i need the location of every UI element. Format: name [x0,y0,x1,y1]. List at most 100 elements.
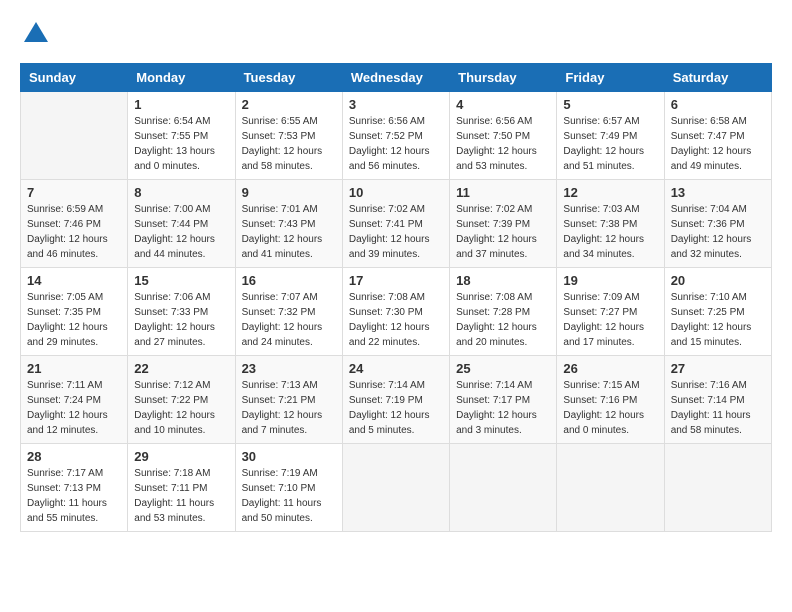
day-number: 6 [671,97,765,112]
calendar-cell [557,444,664,532]
calendar-week-row: 21Sunrise: 7:11 AM Sunset: 7:24 PM Dayli… [21,356,772,444]
day-info: Sunrise: 7:13 AM Sunset: 7:21 PM Dayligh… [242,378,336,438]
calendar-cell: 11 Sunrise: 7:02 AM Sunset: 7:39 PM Dayli… [450,180,557,268]
calendar-cell [664,444,771,532]
calendar-cell: 5 Sunrise: 6:57 AM Sunset: 7:49 PM Daylig… [557,92,664,180]
day-number: 30 [242,449,336,464]
day-info: Sunrise: 6:58 AM Sunset: 7:47 PM Dayligh… [671,114,765,174]
calendar-table: SundayMondayTuesdayWednesdayThursdayFrid… [20,63,772,532]
day-number: 18 [456,273,550,288]
day-number: 9 [242,185,336,200]
calendar-week-row: 7 Sunrise: 6:59 AM Sunset: 7:46 PM Daylig… [21,180,772,268]
day-info: Sunrise: 7:04 AM Sunset: 7:36 PM Dayligh… [671,202,765,262]
weekday-header-tuesday: Tuesday [235,64,342,92]
day-number: 4 [456,97,550,112]
calendar-cell: 23 Sunrise: 7:13 AM Sunset: 7:21 PM Dayli… [235,356,342,444]
day-number: 7 [27,185,121,200]
day-info: Sunrise: 7:06 AM Sunset: 7:33 PM Dayligh… [134,290,228,350]
calendar-cell: 2 Sunrise: 6:55 AM Sunset: 7:53 PM Daylig… [235,92,342,180]
calendar-cell [21,92,128,180]
day-info: Sunrise: 7:17 AM Sunset: 7:13 PM Dayligh… [27,466,121,526]
day-info: Sunrise: 6:59 AM Sunset: 7:46 PM Dayligh… [27,202,121,262]
day-number: 12 [563,185,657,200]
day-number: 19 [563,273,657,288]
calendar-cell: 22 Sunrise: 7:12 AM Sunset: 7:22 PM Dayli… [128,356,235,444]
day-info: Sunrise: 7:18 AM Sunset: 7:11 PM Dayligh… [134,466,228,526]
calendar-week-row: 1 Sunrise: 6:54 AM Sunset: 7:55 PM Daylig… [21,92,772,180]
calendar-cell: 15 Sunrise: 7:06 AM Sunset: 7:33 PM Dayli… [128,268,235,356]
logo [20,20,50,53]
calendar-cell: 19 Sunrise: 7:09 AM Sunset: 7:27 PM Dayli… [557,268,664,356]
day-number: 25 [456,361,550,376]
day-info: Sunrise: 7:10 AM Sunset: 7:25 PM Dayligh… [671,290,765,350]
calendar-cell: 9 Sunrise: 7:01 AM Sunset: 7:43 PM Daylig… [235,180,342,268]
day-info: Sunrise: 7:05 AM Sunset: 7:35 PM Dayligh… [27,290,121,350]
day-number: 8 [134,185,228,200]
calendar-cell: 6 Sunrise: 6:58 AM Sunset: 7:47 PM Daylig… [664,92,771,180]
day-info: Sunrise: 7:12 AM Sunset: 7:22 PM Dayligh… [134,378,228,438]
page-header [20,20,772,53]
day-number: 23 [242,361,336,376]
day-info: Sunrise: 7:14 AM Sunset: 7:19 PM Dayligh… [349,378,443,438]
weekday-header-friday: Friday [557,64,664,92]
calendar-cell [450,444,557,532]
day-number: 5 [563,97,657,112]
day-info: Sunrise: 7:02 AM Sunset: 7:39 PM Dayligh… [456,202,550,262]
weekday-header-thursday: Thursday [450,64,557,92]
calendar-cell: 14 Sunrise: 7:05 AM Sunset: 7:35 PM Dayli… [21,268,128,356]
weekday-header-monday: Monday [128,64,235,92]
day-info: Sunrise: 7:14 AM Sunset: 7:17 PM Dayligh… [456,378,550,438]
calendar-cell: 27 Sunrise: 7:16 AM Sunset: 7:14 PM Dayli… [664,356,771,444]
calendar-cell: 1 Sunrise: 6:54 AM Sunset: 7:55 PM Daylig… [128,92,235,180]
day-number: 11 [456,185,550,200]
day-info: Sunrise: 7:09 AM Sunset: 7:27 PM Dayligh… [563,290,657,350]
day-info: Sunrise: 6:57 AM Sunset: 7:49 PM Dayligh… [563,114,657,174]
day-info: Sunrise: 6:55 AM Sunset: 7:53 PM Dayligh… [242,114,336,174]
day-number: 20 [671,273,765,288]
weekday-header-wednesday: Wednesday [342,64,449,92]
calendar-cell: 30 Sunrise: 7:19 AM Sunset: 7:10 PM Dayli… [235,444,342,532]
calendar-cell: 16Sunrise: 7:07 AM Sunset: 7:32 PM Dayli… [235,268,342,356]
calendar-cell: 12 Sunrise: 7:03 AM Sunset: 7:38 PM Dayli… [557,180,664,268]
day-number: 28 [27,449,121,464]
calendar-cell: 3 Sunrise: 6:56 AM Sunset: 7:52 PM Daylig… [342,92,449,180]
day-number: 22 [134,361,228,376]
day-info: Sunrise: 7:02 AM Sunset: 7:41 PM Dayligh… [349,202,443,262]
weekday-header-row: SundayMondayTuesdayWednesdayThursdayFrid… [21,64,772,92]
day-info: Sunrise: 7:11 AM Sunset: 7:24 PM Dayligh… [27,378,121,438]
day-number: 29 [134,449,228,464]
calendar-cell: 7 Sunrise: 6:59 AM Sunset: 7:46 PM Daylig… [21,180,128,268]
logo-icon [22,20,50,48]
day-number: 16 [242,273,336,288]
day-info: Sunrise: 6:56 AM Sunset: 7:50 PM Dayligh… [456,114,550,174]
calendar-cell: 29 Sunrise: 7:18 AM Sunset: 7:11 PM Dayli… [128,444,235,532]
day-number: 1 [134,97,228,112]
day-number: 26 [563,361,657,376]
day-number: 3 [349,97,443,112]
calendar-cell: 20 Sunrise: 7:10 AM Sunset: 7:25 PM Dayli… [664,268,771,356]
day-info: Sunrise: 7:19 AM Sunset: 7:10 PM Dayligh… [242,466,336,526]
calendar-week-row: 28 Sunrise: 7:17 AM Sunset: 7:13 PM Dayli… [21,444,772,532]
calendar-cell: 17 Sunrise: 7:08 AM Sunset: 7:30 PM Dayli… [342,268,449,356]
day-info: Sunrise: 7:00 AM Sunset: 7:44 PM Dayligh… [134,202,228,262]
day-info: Sunrise: 6:54 AM Sunset: 7:55 PM Dayligh… [134,114,228,174]
day-number: 2 [242,97,336,112]
day-number: 15 [134,273,228,288]
day-info: Sunrise: 7:01 AM Sunset: 7:43 PM Dayligh… [242,202,336,262]
day-info: Sunrise: 7:03 AM Sunset: 7:38 PM Dayligh… [563,202,657,262]
day-number: 17 [349,273,443,288]
day-info: Sunrise: 7:08 AM Sunset: 7:30 PM Dayligh… [349,290,443,350]
calendar-cell: 26 Sunrise: 7:15 AM Sunset: 7:16 PM Dayli… [557,356,664,444]
calendar-cell: 8 Sunrise: 7:00 AM Sunset: 7:44 PM Daylig… [128,180,235,268]
weekday-header-saturday: Saturday [664,64,771,92]
calendar-cell: 18 Sunrise: 7:08 AM Sunset: 7:28 PM Dayli… [450,268,557,356]
day-info: Sunrise: 7:08 AM Sunset: 7:28 PM Dayligh… [456,290,550,350]
day-info: Sunrise: 7:15 AM Sunset: 7:16 PM Dayligh… [563,378,657,438]
day-info: Sunrise: 6:56 AM Sunset: 7:52 PM Dayligh… [349,114,443,174]
day-number: 27 [671,361,765,376]
calendar-week-row: 14 Sunrise: 7:05 AM Sunset: 7:35 PM Dayli… [21,268,772,356]
day-info: Sunrise: 7:16 AM Sunset: 7:14 PM Dayligh… [671,378,765,438]
calendar-cell [342,444,449,532]
calendar-cell: 4 Sunrise: 6:56 AM Sunset: 7:50 PM Daylig… [450,92,557,180]
day-number: 14 [27,273,121,288]
